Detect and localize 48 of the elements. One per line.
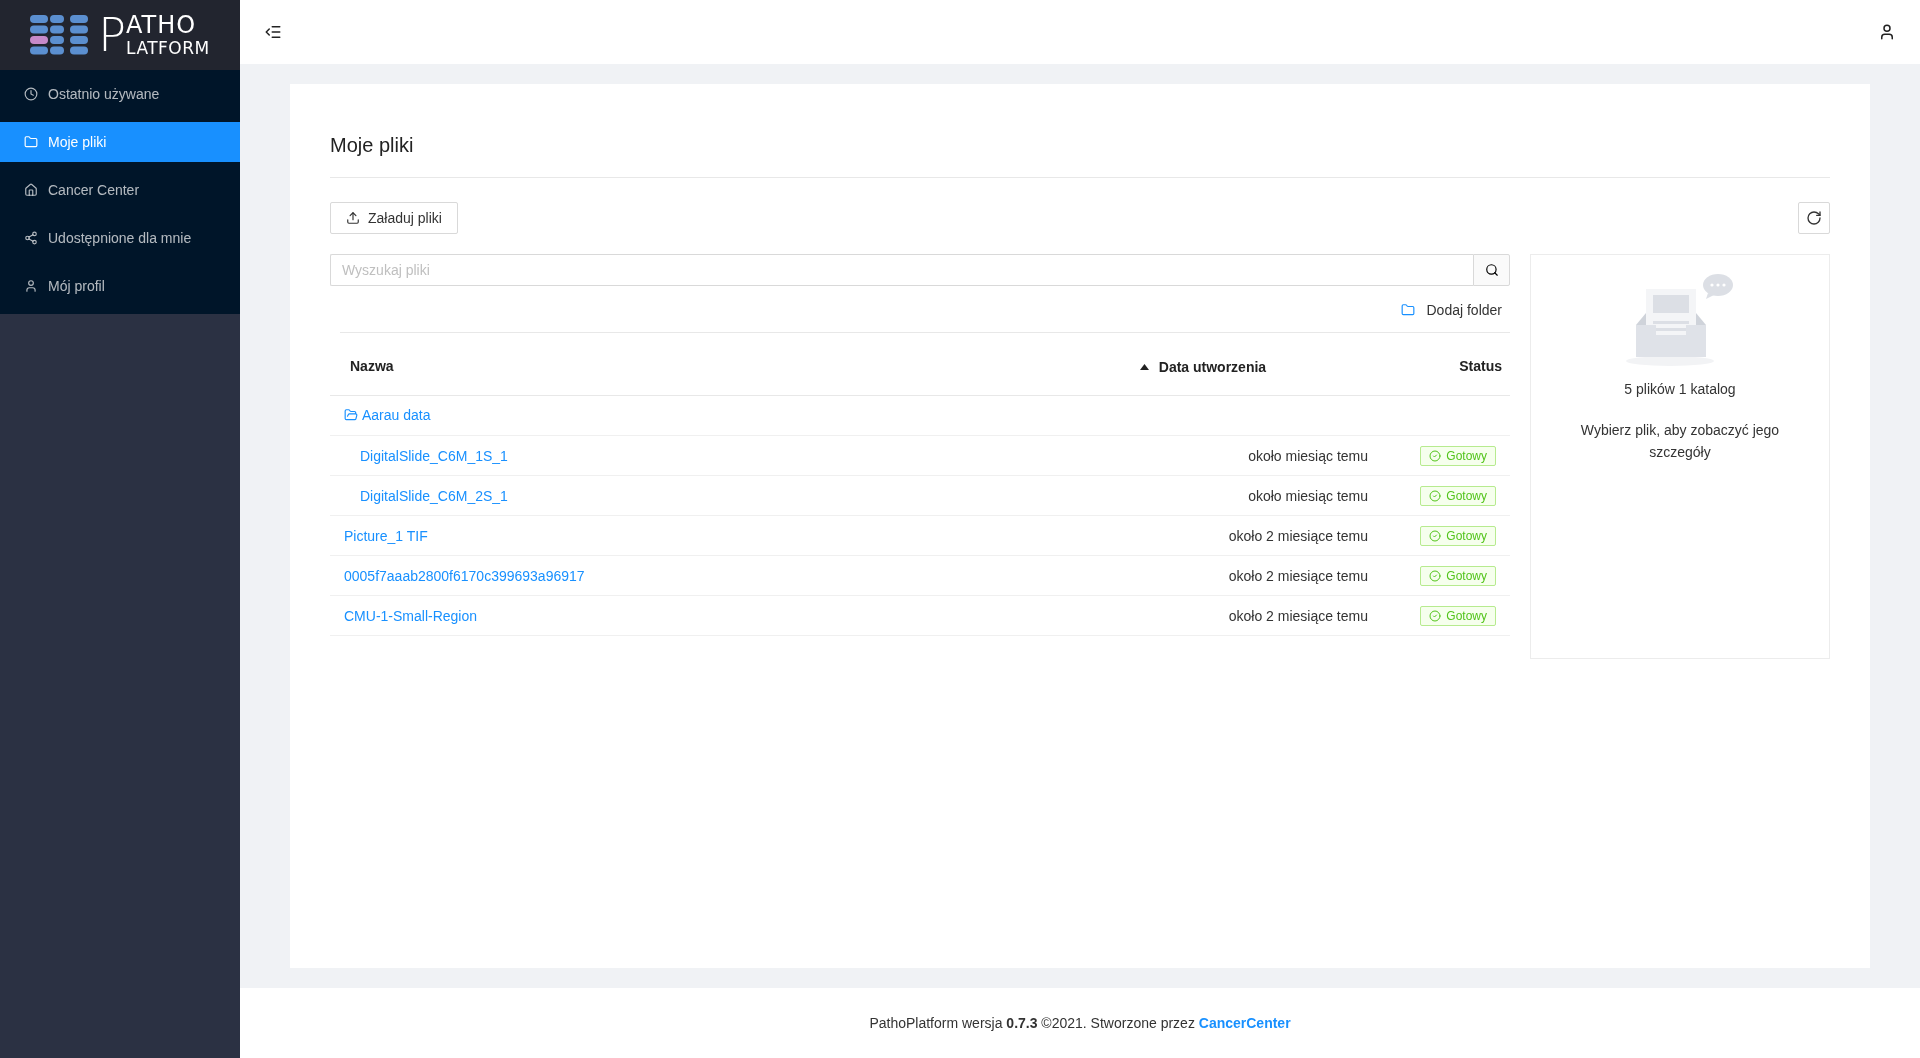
add-folder-link[interactable]: Dodaj folder xyxy=(1400,302,1502,318)
created-date: około 2 miesiące temu xyxy=(1228,607,1368,624)
search-button[interactable] xyxy=(1473,254,1510,286)
logo-text: LATFORM xyxy=(126,40,210,57)
status-tag: Gotowy xyxy=(1420,445,1496,466)
status-tag: Gotowy xyxy=(1420,565,1496,586)
check-circle-icon xyxy=(1429,489,1442,502)
column-header[interactable]: Data utworzenia xyxy=(1158,359,1267,375)
details-hint: Wybierz plik, aby zobaczyć jego szczegóły xyxy=(1580,421,1780,462)
menu-item-icon xyxy=(24,279,38,293)
menu-item-icon xyxy=(24,87,38,101)
created-date: około miesiąc temu xyxy=(1248,487,1368,504)
footer-text: PathoPlatform wersja 0.7.3 ©2021. Stworzone przez CancerCenter xyxy=(869,1015,1291,1031)
column-header[interactable]: Nazwa xyxy=(350,358,394,374)
refresh-button[interactable] xyxy=(1798,202,1830,234)
upload-icon xyxy=(346,211,360,225)
logo-text: P xyxy=(98,13,126,57)
folder-icon xyxy=(344,407,358,422)
menu-item-icon xyxy=(24,183,38,197)
menu-collapse-icon[interactable] xyxy=(264,23,282,41)
check-circle-icon xyxy=(1429,529,1442,542)
created-date: około 2 miesiące temu xyxy=(1228,567,1368,584)
column-header[interactable]: Status xyxy=(1459,358,1502,374)
sidebar-item[interactable]: Cancer Center xyxy=(0,170,240,210)
created-date: około miesiąc temu xyxy=(1248,447,1368,464)
check-circle-icon xyxy=(1429,569,1442,582)
page-title: Moje pliki xyxy=(330,124,1830,178)
sidebar-item[interactable]: Mój profil xyxy=(0,266,240,306)
search-field[interactable]: Wyszukaj pliki xyxy=(330,254,1473,286)
menu-item-icon xyxy=(24,135,38,149)
sidebar-item[interactable]: Ostatnio używane xyxy=(0,74,240,114)
search-icon xyxy=(1484,263,1499,277)
sort-ascending-icon[interactable] xyxy=(1139,364,1149,370)
status-tag: Gotowy xyxy=(1420,525,1496,546)
user-icon[interactable] xyxy=(1878,23,1896,41)
folder-icon xyxy=(1400,303,1415,317)
file-summary: 5 plików 1 katalog xyxy=(1624,381,1736,397)
check-circle-icon xyxy=(1429,609,1442,622)
check-circle-icon xyxy=(1429,449,1442,462)
created-date: około 2 miesiące temu xyxy=(1228,527,1368,544)
status-tag: Gotowy xyxy=(1420,605,1496,626)
upload-button[interactable]: Załaduj pliki xyxy=(330,202,458,234)
logo-text: ATHO xyxy=(126,13,198,37)
status-tag: Gotowy xyxy=(1420,485,1496,506)
sidebar-item[interactable]: Udostępnione dla mnie xyxy=(0,218,240,258)
logo-icon xyxy=(30,15,89,55)
refresh-icon xyxy=(1806,210,1822,226)
menu-item-icon xyxy=(24,231,38,245)
